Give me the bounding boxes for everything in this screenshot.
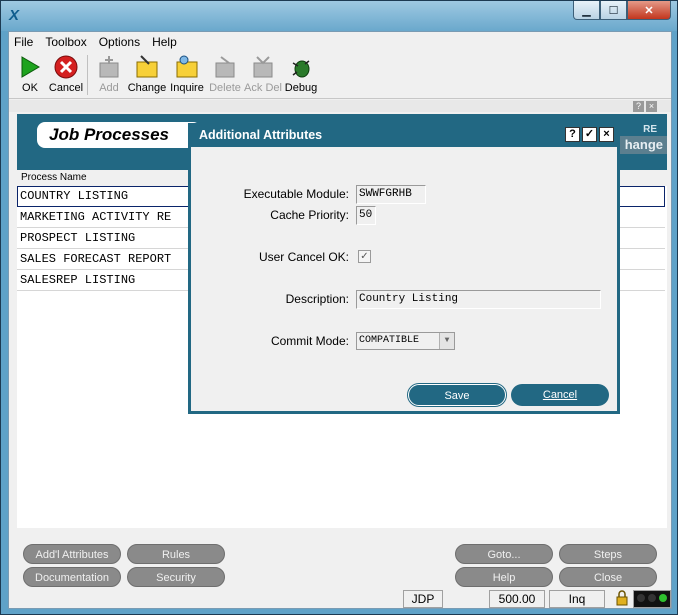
chevron-down-icon[interactable]: ▼ [439, 333, 454, 349]
goto-button[interactable]: Goto... [455, 544, 553, 564]
doc-help-button[interactable]: ? [633, 101, 644, 112]
header-logo: RE [643, 124, 657, 135]
menu-help[interactable]: Help [152, 35, 177, 49]
user-cancel-checkbox[interactable]: ✓ [358, 250, 371, 263]
steps-button[interactable]: Steps [559, 544, 657, 564]
delete-label: Delete [209, 82, 241, 94]
dialog-help-icon[interactable]: ? [565, 127, 580, 142]
delete-button[interactable]: Delete [207, 52, 243, 98]
status-bar: JDP 500.00 Inq [9, 588, 671, 608]
executable-module-field[interactable]: SWWFGRHB [356, 185, 426, 204]
security-button[interactable]: Security [127, 567, 225, 587]
window-controls: ▁ ☐ ✕ [573, 1, 671, 21]
dialog-title-buttons: ? ✓ × [565, 127, 614, 142]
menu-file[interactable]: File [14, 35, 33, 49]
debug-button[interactable]: Debug [283, 52, 319, 98]
inquire-icon [175, 55, 199, 79]
panel-button-bar: Add'l Attributes Rules Documentation Sec… [17, 528, 667, 587]
executable-module-label: Executable Module: [243, 187, 349, 201]
dialog-title[interactable]: Additional Attributes [188, 123, 620, 147]
traffic-light-icon [633, 590, 671, 608]
dialog-close-icon[interactable]: × [599, 127, 614, 142]
status-mode: Inq [549, 590, 605, 608]
doc-close-button[interactable]: × [646, 101, 657, 112]
cancel-button[interactable]: Cancel [511, 384, 609, 406]
status-version: 500.00 [489, 590, 545, 608]
ok-button[interactable]: OK [12, 52, 48, 98]
inquire-label: Inquire [170, 82, 204, 94]
close-button[interactable]: Close [559, 567, 657, 587]
additional-attributes-dialog: Additional Attributes ? ✓ × Executable M… [188, 123, 620, 414]
toolbar: OK Cancel Add Change Inquire Delete Ack … [9, 52, 671, 99]
ack-delete-icon [251, 55, 275, 79]
ack-delete-button[interactable]: Ack Del [243, 52, 283, 98]
minimize-icon[interactable]: ▁ [573, 1, 600, 20]
app-icon: X [9, 7, 20, 24]
ok-arrow-icon [18, 55, 42, 79]
commit-mode-value: COMPATIBLE [359, 335, 420, 346]
dialog-body: Executable Module: SWWFGRHB Cache Priori… [191, 147, 617, 411]
toolbar-separator [87, 55, 88, 95]
ack-delete-label: Ack Del [244, 82, 282, 94]
add-button[interactable]: Add [91, 52, 127, 98]
help-button[interactable]: Help [455, 567, 553, 587]
menu-toolbox[interactable]: Toolbox [45, 35, 86, 49]
debug-icon [289, 55, 313, 79]
debug-label: Debug [284, 82, 318, 94]
inquire-button[interactable]: Inquire [167, 52, 207, 98]
commit-mode-label: Commit Mode: [270, 334, 349, 348]
commit-mode-select[interactable]: COMPATIBLE ▼ [356, 332, 455, 350]
menu-options[interactable]: Options [99, 35, 140, 49]
maximize-icon[interactable]: ☐ [600, 1, 627, 20]
user-cancel-label: User Cancel OK: [258, 250, 349, 264]
change-icon [135, 55, 159, 79]
cache-priority-field[interactable]: 50 [356, 206, 376, 225]
page-title: Job Processes [37, 122, 201, 148]
cache-priority-label: Cache Priority: [270, 208, 349, 222]
change-label: Change [127, 82, 167, 94]
status-environment: JDP [403, 590, 443, 608]
addl-attributes-button[interactable]: Add'l Attributes [23, 544, 121, 564]
menu-bar: File Toolbox Options Help [9, 32, 671, 52]
rules-button[interactable]: Rules [127, 544, 225, 564]
document-controls: ? × [633, 101, 657, 112]
close-icon[interactable]: ✕ [627, 1, 671, 20]
delete-icon [213, 55, 237, 79]
lock-icon [611, 590, 633, 608]
cancel-button[interactable]: Cancel [48, 52, 84, 98]
document-bar: ? × [9, 100, 671, 112]
cancel-icon [54, 55, 78, 79]
cancel-label: Cancel [48, 82, 84, 94]
add-label: Add [99, 82, 119, 94]
documentation-button[interactable]: Documentation [23, 567, 121, 587]
description-label: Description: [285, 292, 349, 306]
ok-label: OK [22, 82, 38, 94]
title-bar[interactable]: X ▁ ☐ ✕ [1, 1, 677, 31]
description-field[interactable]: Country Listing [356, 290, 601, 309]
change-button[interactable]: Change [127, 52, 167, 98]
add-icon [97, 55, 121, 79]
save-button[interactable]: Save [407, 383, 507, 407]
dialog-ok-icon[interactable]: ✓ [582, 127, 597, 142]
